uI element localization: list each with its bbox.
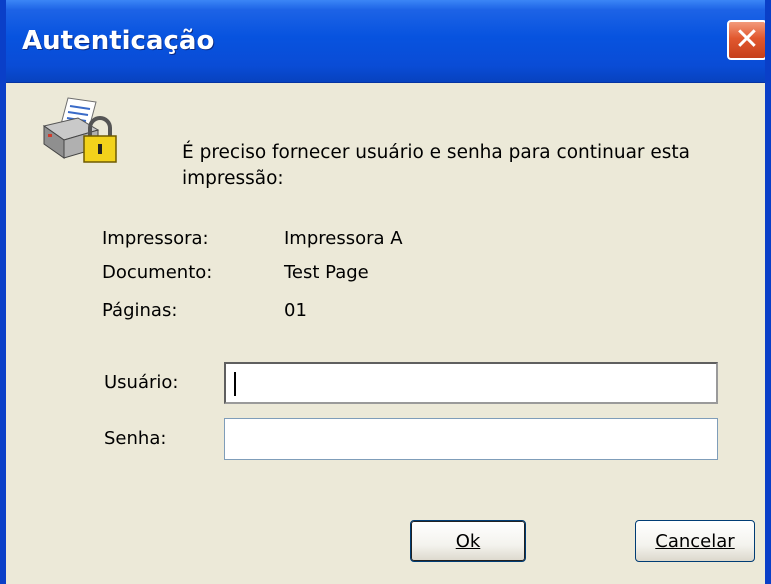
user-label: Usuário: <box>104 372 179 393</box>
ok-button[interactable]: Ok <box>410 520 526 562</box>
text-caret <box>234 372 236 396</box>
window-title: Autenticação <box>22 26 215 56</box>
close-button[interactable]: ✕ <box>727 20 765 60</box>
close-icon: ✕ <box>734 22 760 57</box>
info-label-printer: Impressora: <box>102 228 209 249</box>
ok-button-label: Ok <box>455 530 481 552</box>
password-label: Senha: <box>104 428 167 449</box>
auth-dialog: Autenticação ✕ É preciso fornecer usuári… <box>0 0 771 584</box>
user-input[interactable] <box>224 362 718 404</box>
auth-message: É preciso fornecer usuário e senha para … <box>182 142 691 189</box>
title-bar[interactable]: Autenticação ✕ <box>6 0 765 83</box>
info-label-pages: Páginas: <box>102 300 178 321</box>
printer-lock-icon <box>42 97 117 163</box>
info-value-printer: Impressora A <box>284 228 403 249</box>
cancel-button[interactable]: Cancelar <box>635 520 755 562</box>
info-label-document: Documento: <box>102 262 213 283</box>
info-value-document: Test Page <box>284 262 369 283</box>
info-value-pages: 01 <box>284 300 307 321</box>
cancel-button-label: Cancelar <box>655 530 735 552</box>
password-input[interactable] <box>224 418 718 460</box>
